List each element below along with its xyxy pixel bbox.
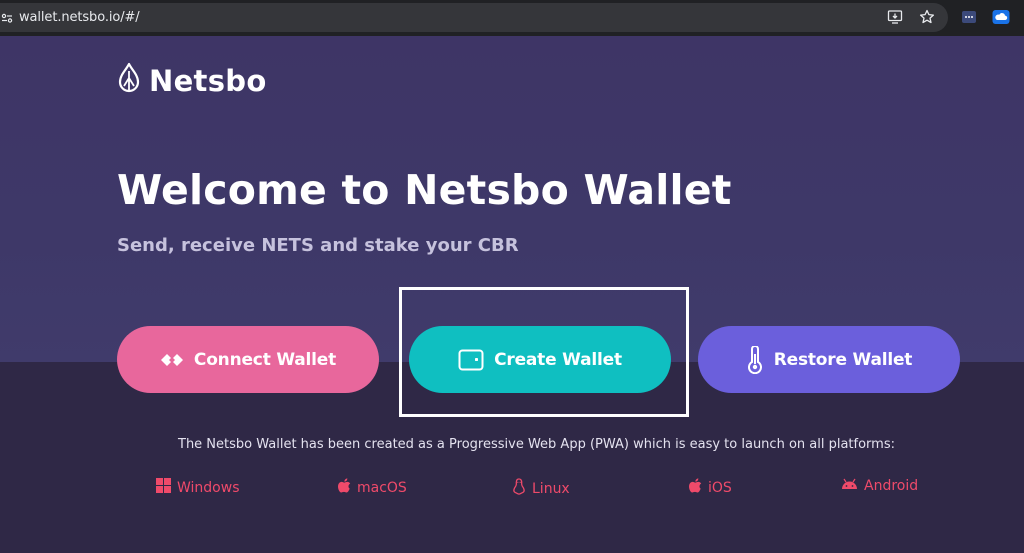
platform-label: iOS: [708, 480, 732, 496]
platform-label: macOS: [357, 480, 407, 496]
page-title: Welcome to Netsbo Wallet: [117, 166, 732, 214]
linux-icon: [512, 478, 526, 499]
browser-toolbar: wallet.netsbo.io/#/: [0, 0, 1024, 36]
platform-links: Windows macOS Linux iOS Android: [0, 478, 1024, 498]
cloud-extension-icon[interactable]: [992, 8, 1010, 26]
wallet-icon: [458, 349, 484, 371]
logo-text: Netsbo: [149, 63, 267, 98]
netsbo-logo[interactable]: Netsbo: [117, 62, 267, 99]
site-settings-icon[interactable]: [1, 11, 13, 25]
install-app-icon[interactable]: [886, 8, 904, 26]
url-text[interactable]: wallet.netsbo.io/#/: [19, 10, 140, 25]
restore-wallet-label: Restore Wallet: [773, 349, 913, 370]
connect-wallet-button[interactable]: Connect Wallet: [117, 326, 379, 393]
pwa-description: The Netsbo Wallet has been created as a …: [178, 437, 895, 452]
platform-link-android[interactable]: Android: [841, 478, 918, 494]
platform-link-windows[interactable]: Windows: [156, 478, 240, 497]
android-icon: [841, 478, 858, 494]
extension-menu-icon[interactable]: [960, 8, 978, 26]
page-subtitle: Send, receive NETS and stake your CBR: [117, 235, 519, 256]
platform-label: Linux: [532, 480, 570, 497]
create-wallet-button[interactable]: Create Wallet: [409, 326, 671, 393]
connect-diamonds-icon: [160, 353, 184, 367]
restore-wallet-button[interactable]: Restore Wallet: [698, 326, 960, 393]
platform-label: Android: [864, 478, 919, 494]
netsbo-drop-icon: [117, 62, 141, 99]
address-bar[interactable]: wallet.netsbo.io/#/: [0, 3, 948, 32]
platform-link-macos[interactable]: macOS: [337, 478, 407, 498]
apple-icon: [337, 478, 351, 498]
platform-label: Windows: [177, 479, 240, 496]
connect-wallet-label: Connect Wallet: [193, 349, 337, 370]
apple-icon: [688, 478, 702, 498]
platform-link-ios[interactable]: iOS: [688, 478, 732, 498]
thermometer-key-icon: [746, 345, 764, 374]
windows-icon: [156, 478, 171, 497]
create-wallet-label: Create Wallet: [494, 349, 622, 370]
bookmark-star-icon[interactable]: [918, 8, 936, 26]
platform-link-linux[interactable]: Linux: [512, 478, 570, 499]
